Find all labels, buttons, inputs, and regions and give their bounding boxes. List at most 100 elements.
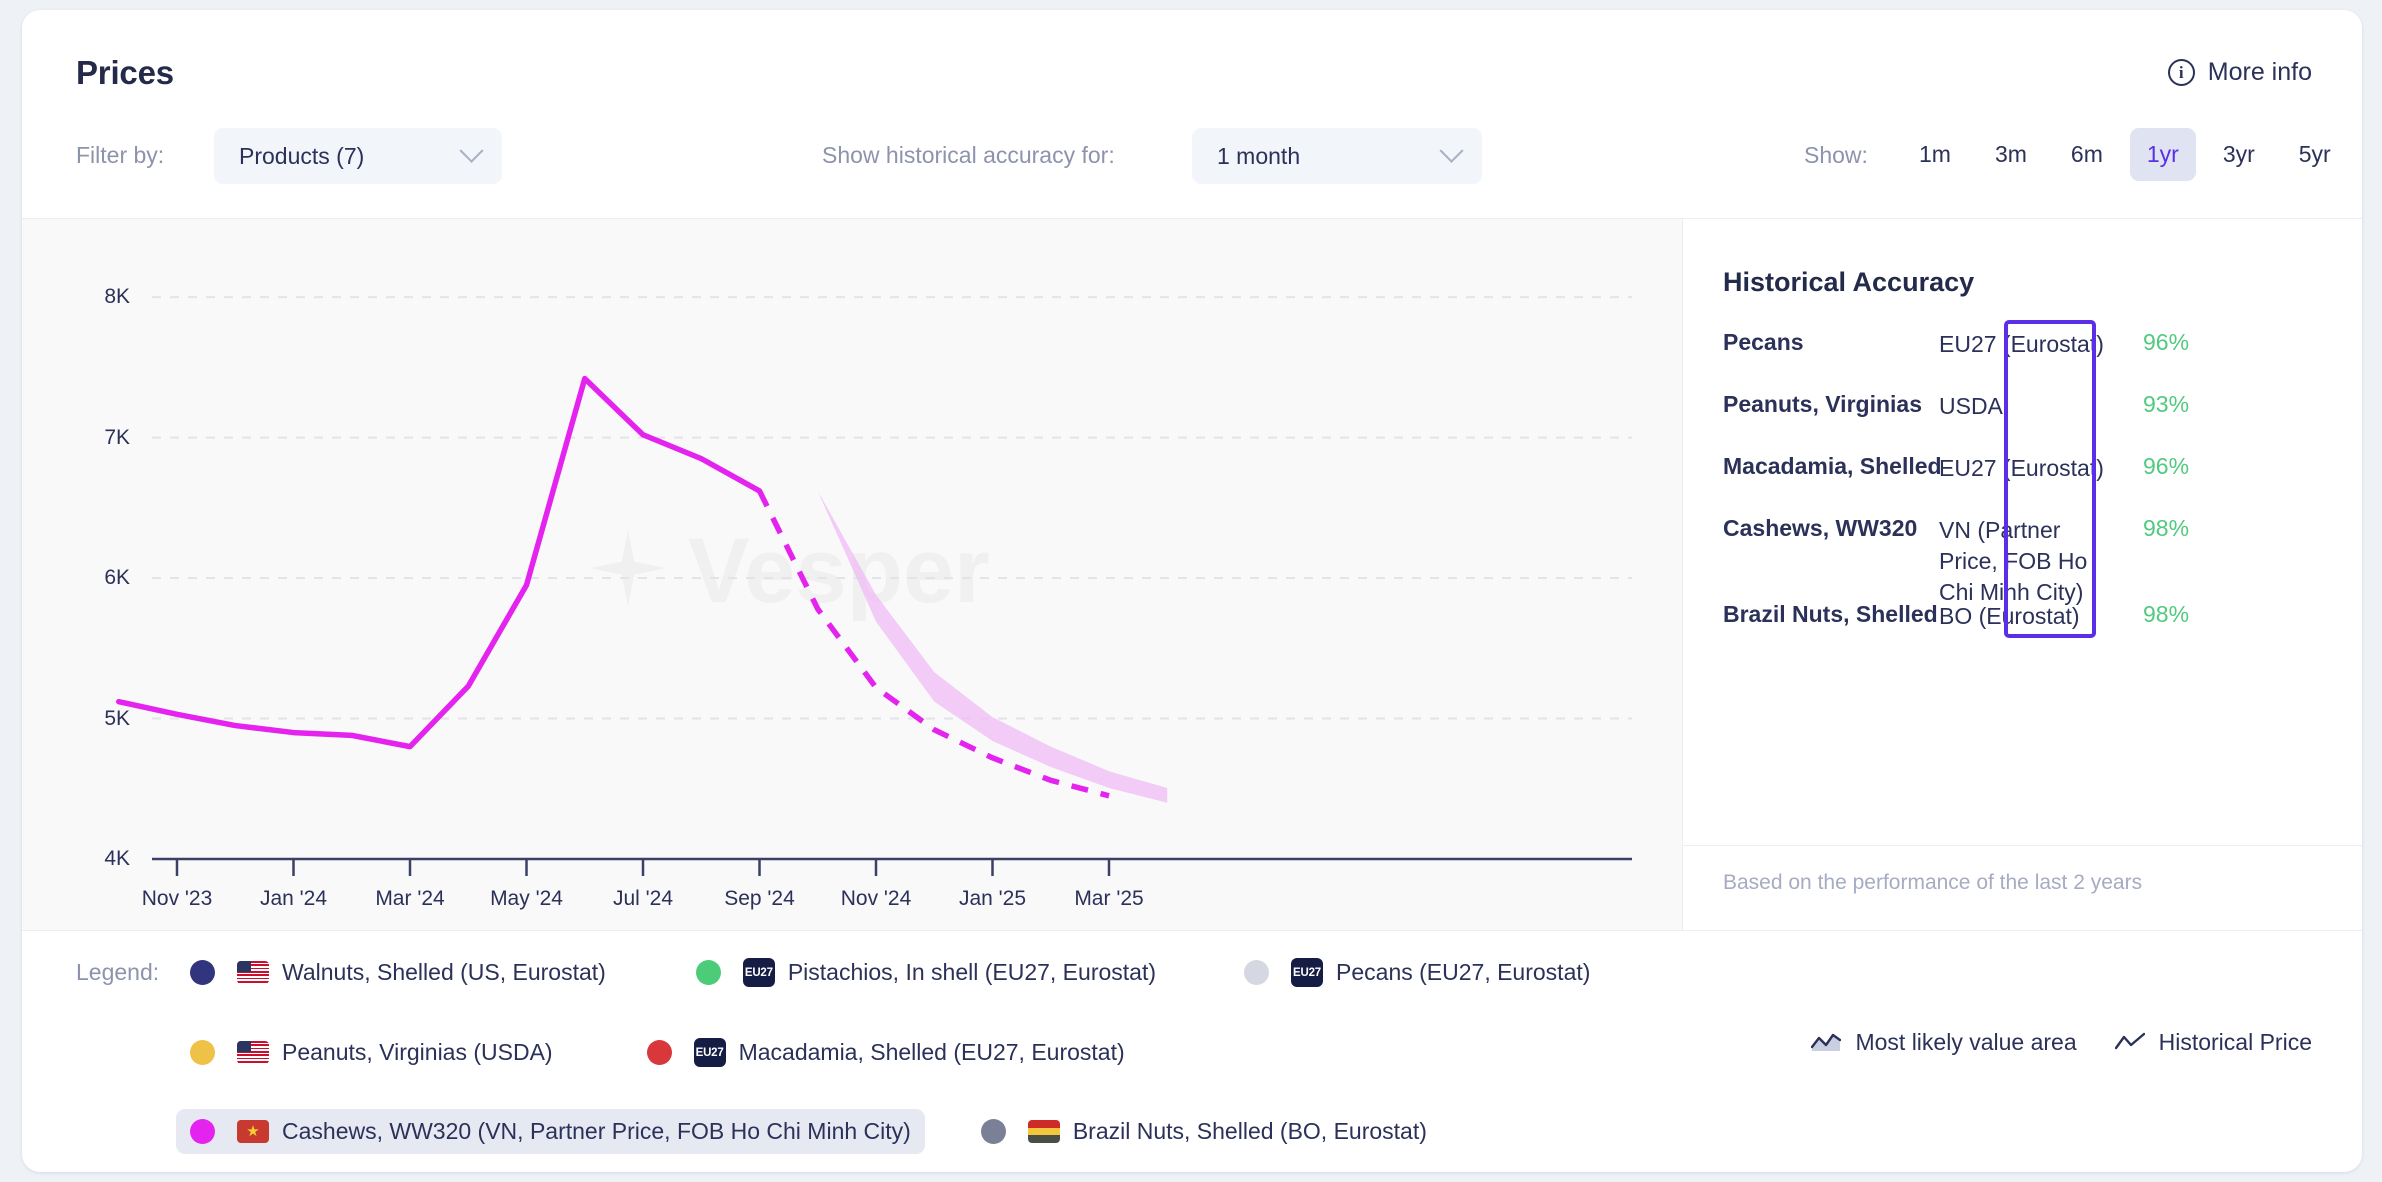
accuracy-value: 98% bbox=[2143, 601, 2190, 627]
accuracy-product: Cashews, WW320 bbox=[1723, 515, 1918, 541]
legend-item[interactable]: Brazil Nuts, Shelled (BO, Eurostat) bbox=[967, 1109, 1441, 1154]
more-info-button[interactable]: i More info bbox=[2167, 58, 2312, 87]
legend-item-label: Macadamia, Shelled (EU27, Eurostat) bbox=[738, 1039, 1125, 1065]
accuracy-product: Peanuts, Virginias bbox=[1723, 391, 1922, 417]
accuracy-source: BO (Eurostat) bbox=[1939, 603, 2080, 629]
range-button-3m[interactable]: 3m bbox=[1978, 128, 2044, 181]
legend-item-label: Pistachios, In shell (EU27, Eurostat) bbox=[787, 959, 1157, 985]
chart-key-label: Historical Price bbox=[2158, 1029, 2312, 1055]
chart-key-label: Most likely value area bbox=[1855, 1029, 2077, 1055]
chart-key: Historical Price bbox=[2114, 1029, 2312, 1056]
us-flag-icon bbox=[237, 1041, 269, 1064]
accuracy-value: 96% bbox=[2143, 453, 2190, 479]
accuracy-period-dropdown[interactable]: 1 month bbox=[1192, 128, 1482, 184]
accuracy-source: EU27 (Eurostat) bbox=[1939, 331, 2104, 357]
chart-canvas bbox=[116, 296, 1632, 876]
line-chart-icon bbox=[2114, 1032, 2145, 1049]
prices-card: Prices i More info Filter by: Products (… bbox=[22, 10, 2362, 1172]
accuracy-row: Brazil Nuts, Shelled BO (Eurostat) 98% bbox=[1723, 601, 2331, 663]
legend-item[interactable]: EU27 Pistachios, In shell (EU27, Eurostat… bbox=[682, 949, 1170, 996]
x-axis-tick: Mar '25 bbox=[1074, 887, 1144, 910]
range-button-1yr[interactable]: 1yr bbox=[2129, 128, 2196, 181]
x-axis-tick: Mar '24 bbox=[375, 887, 445, 910]
accuracy-row: Cashews, WW320 VN (Partner Price, FOB Ho … bbox=[1723, 515, 2331, 605]
accuracy-product: Pecans bbox=[1723, 329, 1804, 355]
accuracy-value: 96% bbox=[2143, 329, 2190, 355]
chart-legend: Legend: Walnuts, Shelled (US, Eurostat) E… bbox=[22, 930, 2362, 1172]
eu27-badge-icon: EU27 bbox=[693, 1038, 726, 1067]
legend-item-label: Walnuts, Shelled (US, Eurostat) bbox=[282, 959, 606, 985]
x-axis-tick: Jul '24 bbox=[612, 887, 674, 910]
page-title: Prices bbox=[76, 54, 174, 91]
accuracy-row: Pecans EU27 (Eurostat) 96% bbox=[1723, 329, 2331, 391]
accuracy-footnote: Based on the performance of the last 2 y… bbox=[1723, 871, 2143, 894]
price-chart[interactable]: Vesper 8K 7K 6K 5K 4K Nov '23 Jan '24 Mar '24 M… bbox=[22, 218, 1682, 930]
y-axis-tick: 5K bbox=[104, 706, 130, 730]
divider bbox=[1683, 845, 2362, 846]
legend-item[interactable]: EU27 Pecans (EU27, Eurostat) bbox=[1230, 949, 1604, 996]
x-axis-tick: Sep '24 bbox=[724, 887, 795, 910]
legend-item[interactable]: EU27 Macadamia, Shelled (EU27, Eurostat) bbox=[633, 1029, 1139, 1076]
legend-item[interactable]: Walnuts, Shelled (US, Eurostat) bbox=[176, 950, 620, 995]
bo-flag-icon bbox=[1027, 1120, 1060, 1143]
legend-item-label: Brazil Nuts, Shelled (BO, Eurostat) bbox=[1072, 1118, 1427, 1144]
accuracy-source: VN (Partner Price, FOB Ho Chi Minh City) bbox=[1939, 517, 2088, 606]
legend-color-dot bbox=[190, 960, 215, 985]
historical-accuracy-panel: Historical Accuracy Pecans EU27 (Eurostat… bbox=[1682, 218, 2362, 930]
eu27-badge-icon: EU27 bbox=[1291, 958, 1324, 987]
products-filter-value: Products (7) bbox=[239, 142, 365, 169]
legend-label: Legend: bbox=[76, 959, 160, 985]
historical-accuracy-title: Historical Accuracy bbox=[1723, 267, 1975, 297]
legend-color-dot bbox=[190, 1119, 215, 1144]
accuracy-value: 98% bbox=[2143, 515, 2190, 541]
accuracy-value: 93% bbox=[2143, 391, 2190, 417]
more-info-label: More info bbox=[2207, 58, 2312, 86]
legend-row: Peanuts, Virginias (USDA) EU27 Macadamia, … bbox=[176, 1029, 1147, 1076]
time-range-selector: 1m 3m 6m 1yr 3yr 5yr bbox=[1902, 128, 2358, 181]
legend-color-dot bbox=[980, 1119, 1006, 1144]
range-button-3yr[interactable]: 3yr bbox=[2206, 128, 2272, 181]
legend-color-dot bbox=[695, 960, 721, 985]
vn-flag-icon: ★ bbox=[237, 1120, 269, 1143]
area-chart-icon bbox=[1811, 1033, 1842, 1051]
filter-by-label: Filter by: bbox=[76, 142, 165, 168]
range-button-5yr[interactable]: 5yr bbox=[2282, 128, 2348, 181]
chevron-down-icon bbox=[459, 138, 484, 163]
legend-item-label: Pecans (EU27, Eurostat) bbox=[1336, 959, 1591, 985]
legend-row: Walnuts, Shelled (US, Eurostat) EU27 Pista… bbox=[176, 949, 1612, 996]
historical-accuracy-label: Show historical accuracy for: bbox=[822, 142, 1115, 168]
chart-key: Most likely value area bbox=[1811, 1029, 2077, 1056]
info-circle-icon: i bbox=[2167, 59, 2195, 86]
y-axis-tick: 4K bbox=[104, 847, 130, 870]
x-axis-tick: Nov '24 bbox=[840, 887, 912, 910]
legend-item[interactable]: Peanuts, Virginias (USDA) bbox=[176, 1030, 567, 1075]
accuracy-source: EU27 (Eurostat) bbox=[1939, 455, 2104, 481]
x-axis-tick: Nov '23 bbox=[141, 887, 213, 910]
accuracy-period-value: 1 month bbox=[1217, 142, 1301, 169]
legend-item-label: Cashews, WW320 (VN, Partner Price, FOB H… bbox=[282, 1118, 911, 1144]
range-button-6m[interactable]: 6m bbox=[2054, 128, 2120, 181]
accuracy-product: Macadamia, Shelled bbox=[1723, 453, 1942, 479]
chevron-down-icon bbox=[1439, 138, 1464, 163]
show-label: Show: bbox=[1804, 142, 1868, 168]
us-flag-icon bbox=[237, 961, 269, 984]
legend-item[interactable]: ★ Cashews, WW320 (VN, Partner Price, FOB … bbox=[176, 1109, 925, 1154]
legend-item-label: Peanuts, Virginias (USDA) bbox=[282, 1039, 553, 1065]
x-axis-tick: Jan '25 bbox=[958, 887, 1027, 910]
legend-color-dot bbox=[1244, 960, 1270, 985]
legend-color-dot bbox=[190, 1040, 215, 1065]
accuracy-row: Macadamia, Shelled EU27 (Eurostat) 96% bbox=[1723, 453, 2331, 515]
legend-color-dot bbox=[646, 1040, 672, 1065]
range-button-1m[interactable]: 1m bbox=[1902, 128, 1968, 181]
eu27-badge-icon: EU27 bbox=[742, 958, 775, 987]
chart-keys: Most likely value area Historical Price bbox=[1811, 1029, 2312, 1056]
accuracy-product: Brazil Nuts, Shelled bbox=[1723, 601, 1938, 627]
accuracy-table: Pecans EU27 (Eurostat) 96% Peanuts, Virgini… bbox=[1723, 329, 2331, 663]
products-filter-dropdown[interactable]: Products (7) bbox=[214, 128, 502, 184]
x-axis-tick: Jan '24 bbox=[259, 887, 328, 910]
y-axis-tick: 8K bbox=[104, 285, 130, 309]
y-axis-tick: 7K bbox=[104, 425, 130, 449]
accuracy-source: USDA bbox=[1939, 393, 2003, 419]
legend-row: ★ Cashews, WW320 (VN, Partner Price, FOB … bbox=[176, 1109, 1449, 1154]
controls-row: Filter by: Products (7) Show historical … bbox=[22, 128, 2362, 184]
